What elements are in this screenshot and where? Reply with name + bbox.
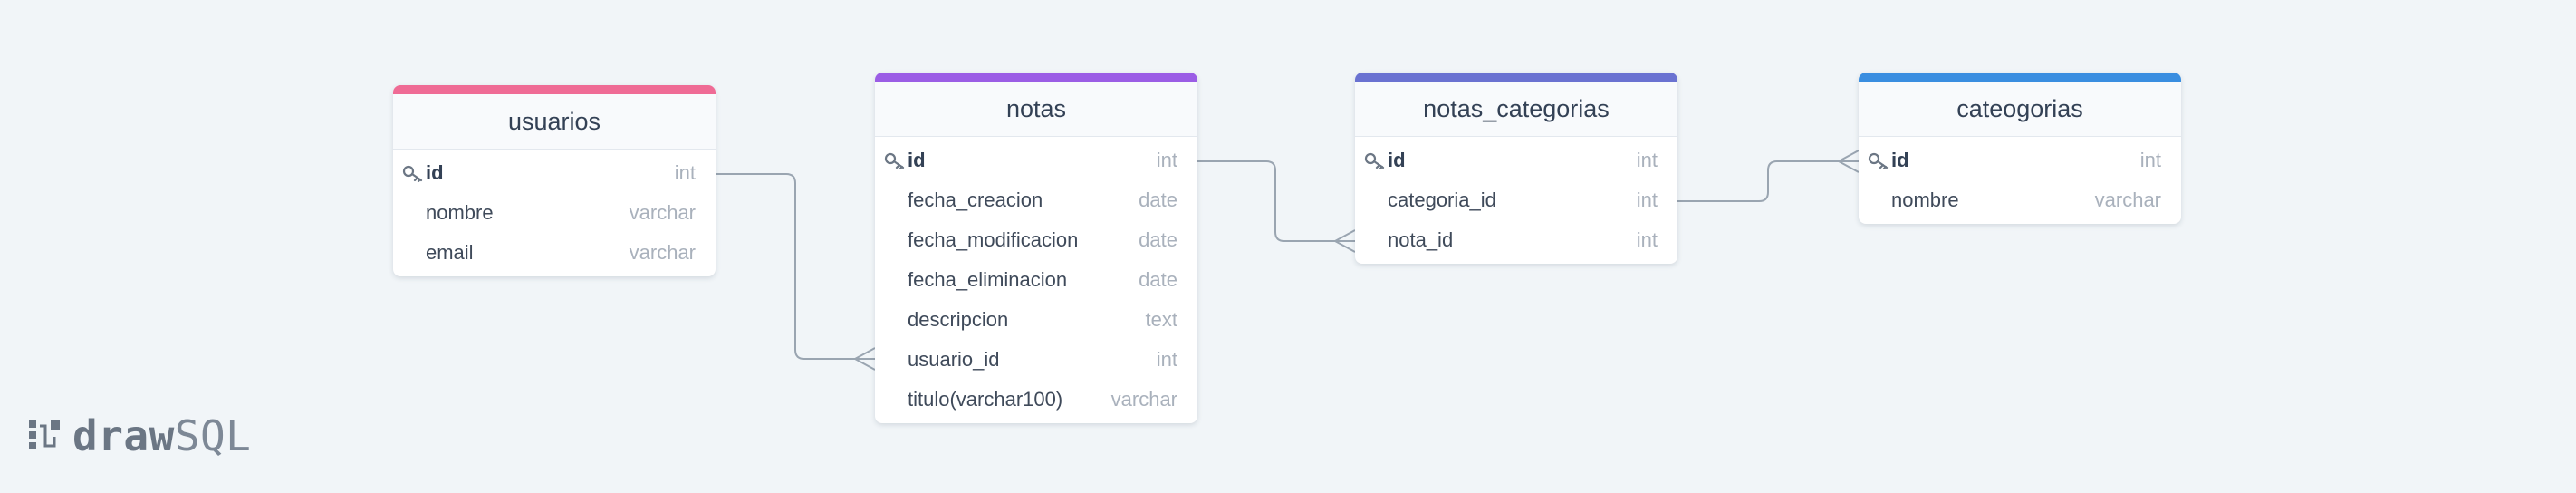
column-type: int	[1156, 149, 1177, 171]
column-name: categoria_id	[1388, 188, 1496, 211]
column-type: varchar	[2094, 188, 2161, 211]
column-name: titulo(varchar100)	[908, 388, 1063, 411]
column-row[interactable]: nota_id int	[1355, 220, 1677, 260]
table-usuarios[interactable]: usuarios id int nombre varchar email varchar	[393, 85, 716, 276]
table-notas-categorias[interactable]: notas_categorias id int categoria_id int not…	[1355, 72, 1677, 264]
column-row[interactable]: categoria_id int	[1355, 180, 1677, 220]
column-type: date	[1139, 188, 1177, 211]
crowfoot-cateogorias-id	[1838, 150, 1860, 173]
primary-key-icon	[1364, 151, 1386, 170]
table-title[interactable]: notas	[875, 82, 1197, 137]
relation-notas-categorias-cateogorias[interactable]	[1677, 160, 1859, 202]
table-color-bar	[1859, 72, 2181, 82]
table-cateogorias[interactable]: cateogorias id int nombre varchar	[1859, 72, 2181, 224]
column-name: id	[908, 149, 926, 171]
column-row[interactable]: usuario_id int	[875, 340, 1197, 380]
column-row[interactable]: email varchar	[393, 233, 716, 273]
column-type: int	[1636, 149, 1658, 171]
column-row[interactable]: titulo(varchar100) varchar	[875, 380, 1197, 420]
column-type: int	[674, 161, 696, 184]
column-name: descripcion	[908, 308, 1009, 331]
table-title[interactable]: usuarios	[393, 94, 716, 150]
column-list: id int nombre varchar email varchar	[393, 150, 716, 276]
column-name: nota_id	[1388, 228, 1454, 251]
relation-notas-notas-categorias[interactable]	[1197, 160, 1355, 242]
column-row[interactable]: descripcion text	[875, 300, 1197, 340]
column-name: fecha_creacion	[908, 188, 1043, 211]
column-name: nombre	[426, 201, 494, 224]
column-row[interactable]: id int	[1355, 140, 1677, 180]
column-type: varchar	[629, 241, 696, 264]
table-color-bar	[393, 85, 716, 94]
column-row[interactable]: id int	[875, 140, 1197, 180]
column-list: id int fecha_creacion date fecha_modificacio…	[875, 137, 1197, 423]
column-row[interactable]: fecha_creacion date	[875, 180, 1197, 220]
table-notas[interactable]: notas id int fecha_creacion date fecha_modif…	[875, 72, 1197, 423]
column-name: email	[426, 241, 474, 264]
column-row[interactable]: id int	[1859, 140, 2181, 180]
table-title[interactable]: notas_categorias	[1355, 82, 1677, 137]
column-type: int	[2139, 149, 2161, 171]
column-name: fecha_eliminacion	[908, 268, 1068, 291]
column-type: date	[1139, 268, 1177, 291]
drawsql-logo-text: drawSQL	[72, 411, 251, 460]
column-type: int	[1636, 188, 1658, 211]
primary-key-icon	[884, 151, 906, 170]
column-row[interactable]: fecha_eliminacion date	[875, 260, 1197, 300]
primary-key-icon	[402, 164, 424, 183]
relation-usuarios-notas[interactable]	[716, 173, 875, 360]
column-row[interactable]: nombre varchar	[1859, 180, 2181, 220]
relationship-lines	[716, 150, 1860, 371]
column-list: id int categoria_id int nota_id int	[1355, 137, 1677, 264]
column-name: fecha_modificacion	[908, 228, 1079, 251]
crowfoot-notas-categorias-nota-id	[1334, 229, 1356, 253]
column-name: id	[1388, 149, 1406, 171]
column-type: text	[1145, 308, 1177, 331]
table-title[interactable]: cateogorias	[1859, 82, 2181, 137]
drawsql-logo-icon	[29, 420, 60, 450]
diagram-canvas: usuarios id int nombre varchar email varchar …	[0, 0, 2576, 493]
column-type: int	[1636, 228, 1658, 251]
primary-key-icon	[1868, 151, 1889, 170]
drawsql-logo: drawSQL	[27, 411, 251, 460]
table-color-bar	[1355, 72, 1677, 82]
table-color-bar	[875, 72, 1197, 82]
column-type: varchar	[629, 201, 696, 224]
column-list: id int nombre varchar	[1859, 137, 2181, 224]
logo-text-bold: draw	[72, 411, 175, 460]
crowfoot-notas-usuario-id	[854, 347, 876, 371]
column-name: id	[426, 161, 444, 184]
logo-text-light: SQL	[174, 411, 252, 460]
column-row[interactable]: fecha_modificacion date	[875, 220, 1197, 260]
column-type: varchar	[1110, 388, 1177, 411]
column-name: usuario_id	[908, 348, 1000, 371]
column-row[interactable]: id int	[393, 153, 716, 193]
column-type: date	[1139, 228, 1177, 251]
column-type: int	[1156, 348, 1177, 371]
column-row[interactable]: nombre varchar	[393, 193, 716, 233]
column-name: id	[1891, 149, 1909, 171]
column-name: nombre	[1891, 188, 1959, 211]
